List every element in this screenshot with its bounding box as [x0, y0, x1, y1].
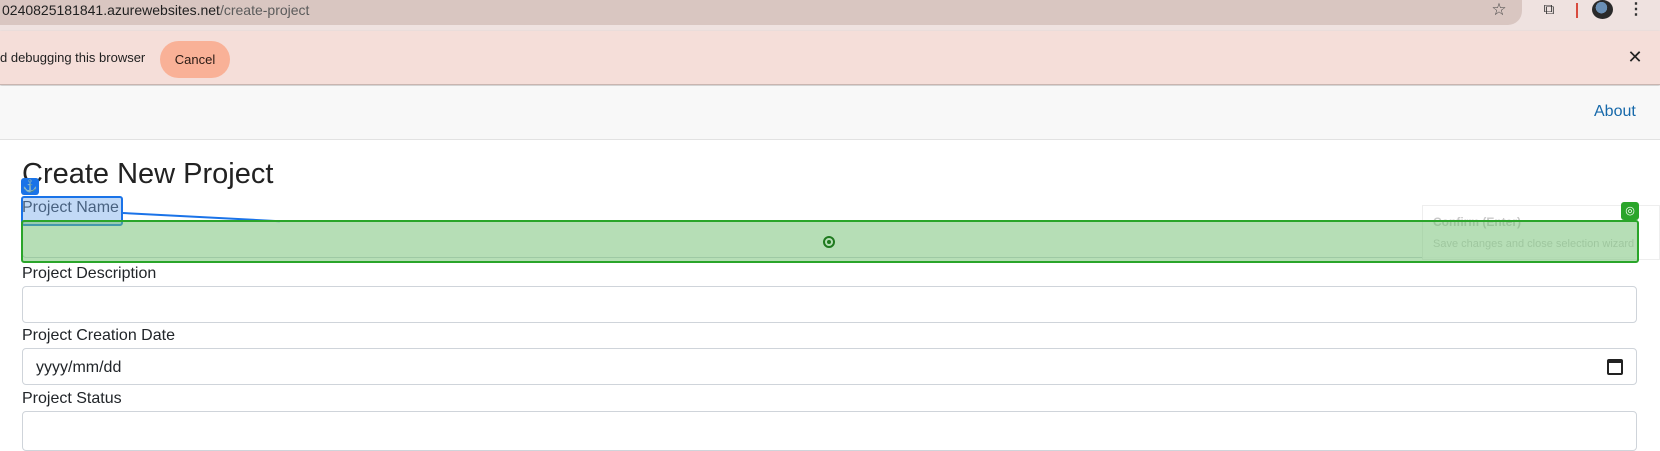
project-status-label: Project Status [22, 390, 122, 407]
address-bar[interactable]: 0240825181841.azurewebsites.net/create-p… [0, 0, 1522, 25]
date-placeholder: yyyy/mm/dd [36, 359, 122, 376]
project-creation-date-label: Project Creation Date [22, 327, 175, 344]
project-creation-date-input[interactable] [22, 348, 1637, 385]
anchor-icon[interactable]: ⚓ [21, 178, 39, 195]
kebab-menu-icon[interactable]: ⋮ [1628, 0, 1644, 20]
debugging-infobar: d debugging this browser Cancel ✕ [0, 31, 1660, 85]
extensions-icon[interactable]: ⧉ [1538, 0, 1560, 20]
calendar-icon[interactable] [1607, 359, 1623, 375]
profile-avatar[interactable] [1592, 0, 1613, 19]
project-description-input[interactable] [22, 286, 1637, 323]
nav-link-about[interactable]: About [1594, 103, 1636, 121]
project-status-input[interactable] [22, 411, 1637, 451]
project-description-label: Project Description [22, 265, 157, 282]
target-icon[interactable]: ◎ [1621, 202, 1639, 220]
toolbar-divider [1576, 3, 1578, 18]
page-title: Create New Project [22, 158, 274, 190]
infobar-message: d debugging this browser [0, 50, 146, 65]
browser-toolbar: 0240825181841.azurewebsites.net/create-p… [0, 0, 1660, 31]
bookmark-star-icon[interactable]: ☆ [1488, 0, 1510, 20]
cancel-debugging-button[interactable]: Cancel [160, 41, 230, 78]
url-text: 0240825181841.azurewebsites.net/create-p… [2, 1, 309, 19]
url-path: /create-project [219, 2, 310, 18]
close-icon[interactable]: ✕ [1626, 48, 1644, 66]
app-navbar: About [0, 86, 1660, 140]
url-host: 0240825181841.azurewebsites.net [2, 2, 220, 18]
crosshair-icon [823, 236, 835, 248]
